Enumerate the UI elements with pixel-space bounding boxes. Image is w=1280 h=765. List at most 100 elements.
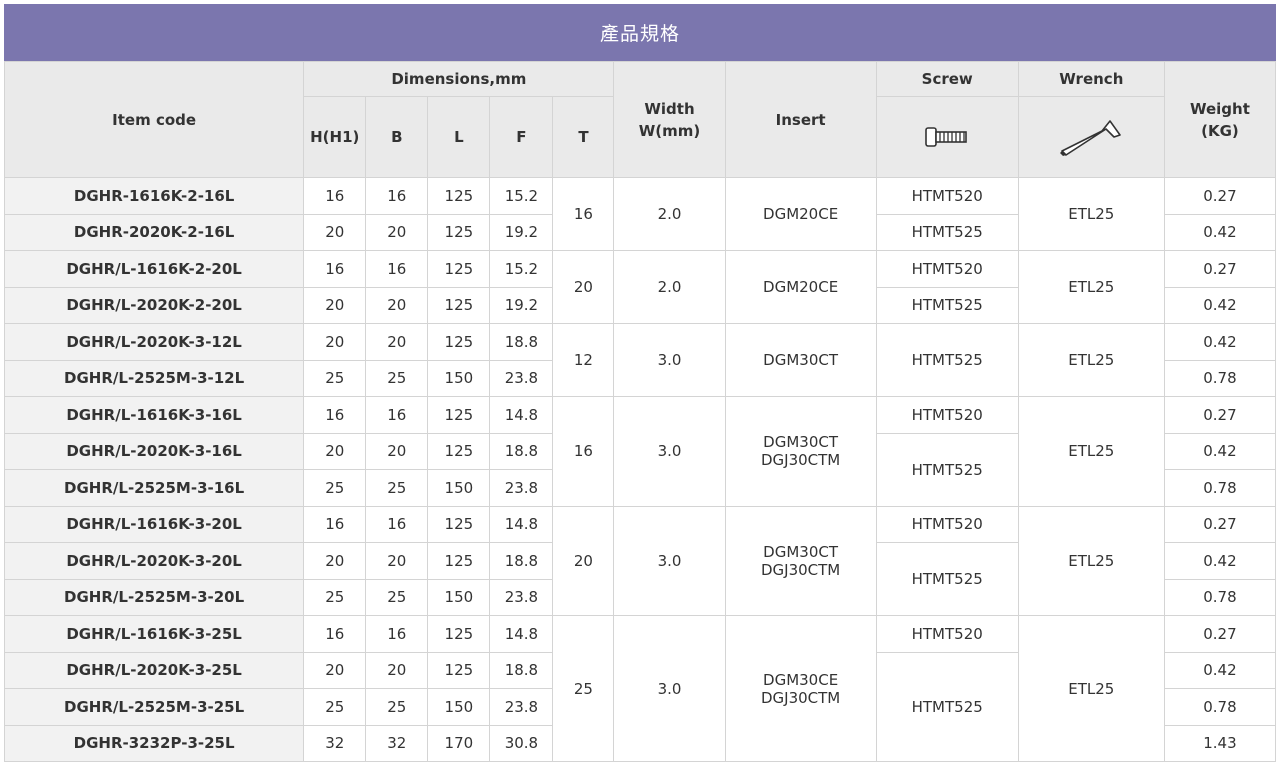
header-b: B (365, 96, 429, 178)
dim-f-cell: 19.2 (489, 213, 554, 251)
dim-b-cell: 20 (365, 651, 429, 689)
screw-cell: HTMT525 (875, 213, 1019, 251)
dim-h-cell: 20 (303, 286, 367, 324)
dim-b-cell: 20 (365, 213, 429, 251)
dim-b-cell: 16 (365, 615, 429, 653)
dim-l-cell: 125 (427, 615, 491, 653)
dim-f-cell: 19.2 (489, 286, 554, 324)
weight-cell: 0.42 (1163, 542, 1277, 580)
weight-cell: 0.27 (1163, 505, 1277, 543)
weight-cell: 0.27 (1163, 177, 1277, 215)
dim-h-cell: 16 (303, 396, 367, 434)
dim-h-cell: 25 (303, 688, 367, 726)
dim-l-cell: 125 (427, 177, 491, 215)
dim-b-cell: 25 (365, 688, 429, 726)
table-row: DGHR/L-1616K-2-20L 16 16 125 15.2 20 2.0 DGM20C… (3, 250, 1277, 324)
dim-t-cell: 20 (552, 505, 615, 616)
screw-cell: HTMT520 (875, 396, 1019, 434)
dim-f-cell: 18.8 (489, 432, 554, 470)
spec-table-container: 產品規格 Item code Dimensions,mm Width W(mm)… (3, 4, 1277, 762)
weight-cell: 0.27 (1163, 250, 1277, 288)
wrench-cell: ETL25 (1017, 177, 1165, 251)
header-wrench: Wrench (1017, 61, 1165, 97)
dim-f-cell: 14.8 (489, 505, 554, 543)
screw-cell: HTMT520 (875, 615, 1019, 653)
insert-cell: DGM30CT DGJ30CTM (724, 396, 877, 507)
dim-l-cell: 125 (427, 250, 491, 288)
dim-h-cell: 16 (303, 505, 367, 543)
dim-b-cell: 16 (365, 177, 429, 215)
dim-f-cell: 23.8 (489, 359, 554, 397)
wrench-icon (1060, 120, 1122, 156)
table-header: Item code Dimensions,mm Width W(mm) Inse… (3, 61, 1277, 178)
dim-f-cell: 23.8 (489, 688, 554, 726)
dim-b-cell: 16 (365, 250, 429, 288)
dim-h-cell: 20 (303, 651, 367, 689)
wrench-cell: ETL25 (1017, 250, 1165, 324)
dim-f-cell: 18.8 (489, 542, 554, 580)
header-dimensions: Dimensions,mm (303, 61, 615, 97)
header-screw: Screw (875, 61, 1019, 97)
dim-f-cell: 14.8 (489, 396, 554, 434)
weight-cell: 0.42 (1163, 323, 1277, 361)
screw-cell: HTMT525 (875, 286, 1019, 324)
width-cell: 3.0 (613, 505, 726, 616)
header-l: L (427, 96, 491, 178)
header-h: H(H1) (303, 96, 367, 178)
item-code-cell: DGHR/L-1616K-3-25L (3, 615, 305, 653)
item-code-cell: DGHR/L-1616K-2-20L (3, 250, 305, 288)
insert-cell: DGM20CE (724, 250, 877, 324)
weight-cell: 0.78 (1163, 578, 1277, 616)
dim-b-cell: 16 (365, 396, 429, 434)
dim-b-cell: 25 (365, 578, 429, 616)
dim-l-cell: 170 (427, 724, 491, 762)
dim-l-cell: 125 (427, 432, 491, 470)
item-code-cell: DGHR/L-2020K-3-20L (3, 542, 305, 580)
screw-cell: HTMT520 (875, 177, 1019, 215)
weight-cell: 0.27 (1163, 396, 1277, 434)
dim-h-cell: 16 (303, 250, 367, 288)
dim-l-cell: 150 (427, 688, 491, 726)
dim-b-cell: 20 (365, 542, 429, 580)
item-code-cell: DGHR-3232P-3-25L (3, 724, 305, 762)
screw-cell: HTMT525 (875, 432, 1019, 507)
dim-h-cell: 25 (303, 469, 367, 507)
dim-l-cell: 125 (427, 286, 491, 324)
wrench-cell: ETL25 (1017, 396, 1165, 507)
insert-cell: DGM30CT (724, 323, 877, 397)
screw-cell: HTMT525 (875, 323, 1019, 397)
header-t: T (552, 96, 615, 178)
table-row: DGHR-1616K-2-16L 16 16 125 15.2 16 2.0 DGM20CE H… (3, 177, 1277, 251)
dim-l-cell: 150 (427, 359, 491, 397)
header-item-code: Item code (3, 61, 305, 178)
header-f: F (489, 96, 554, 178)
table-body: DGHR-1616K-2-16L 16 16 125 15.2 16 2.0 DGM20CE H… (3, 177, 1277, 762)
dim-b-cell: 32 (365, 724, 429, 762)
screw-icon-cell (875, 96, 1019, 178)
item-code-cell: DGHR/L-2525M-3-16L (3, 469, 305, 507)
dim-h-cell: 25 (303, 359, 367, 397)
screw-cell: HTMT525 (875, 542, 1019, 616)
dim-h-cell: 20 (303, 323, 367, 361)
weight-cell: 0.78 (1163, 469, 1277, 507)
width-cell: 2.0 (613, 177, 726, 251)
dim-b-cell: 20 (365, 432, 429, 470)
table-row: DGHR/L-1616K-3-16L 16 16 125 14.8 16 3.0 DGM30C… (3, 396, 1277, 507)
table-row: DGHR/L-1616K-3-25L 16 16 125 14.8 25 3.0 DGM30C… (3, 615, 1277, 762)
dim-f-cell: 30.8 (489, 724, 554, 762)
dim-h-cell: 32 (303, 724, 367, 762)
dim-f-cell: 23.8 (489, 578, 554, 616)
item-code-cell: DGHR-2020K-2-16L (3, 213, 305, 251)
dim-h-cell: 20 (303, 213, 367, 251)
table-row: DGHR/L-1616K-3-20L 16 16 125 14.8 20 3.0 DGM30C… (3, 505, 1277, 616)
item-code-cell: DGHR/L-1616K-3-20L (3, 505, 305, 543)
dim-h-cell: 16 (303, 177, 367, 215)
dim-f-cell: 15.2 (489, 250, 554, 288)
dim-h-cell: 20 (303, 542, 367, 580)
weight-cell: 0.42 (1163, 213, 1277, 251)
item-code-cell: DGHR/L-2525M-3-12L (3, 359, 305, 397)
screw-cell: HTMT520 (875, 250, 1019, 288)
wrench-cell: ETL25 (1017, 505, 1165, 616)
dim-f-cell: 18.8 (489, 651, 554, 689)
dim-t-cell: 25 (552, 615, 615, 762)
